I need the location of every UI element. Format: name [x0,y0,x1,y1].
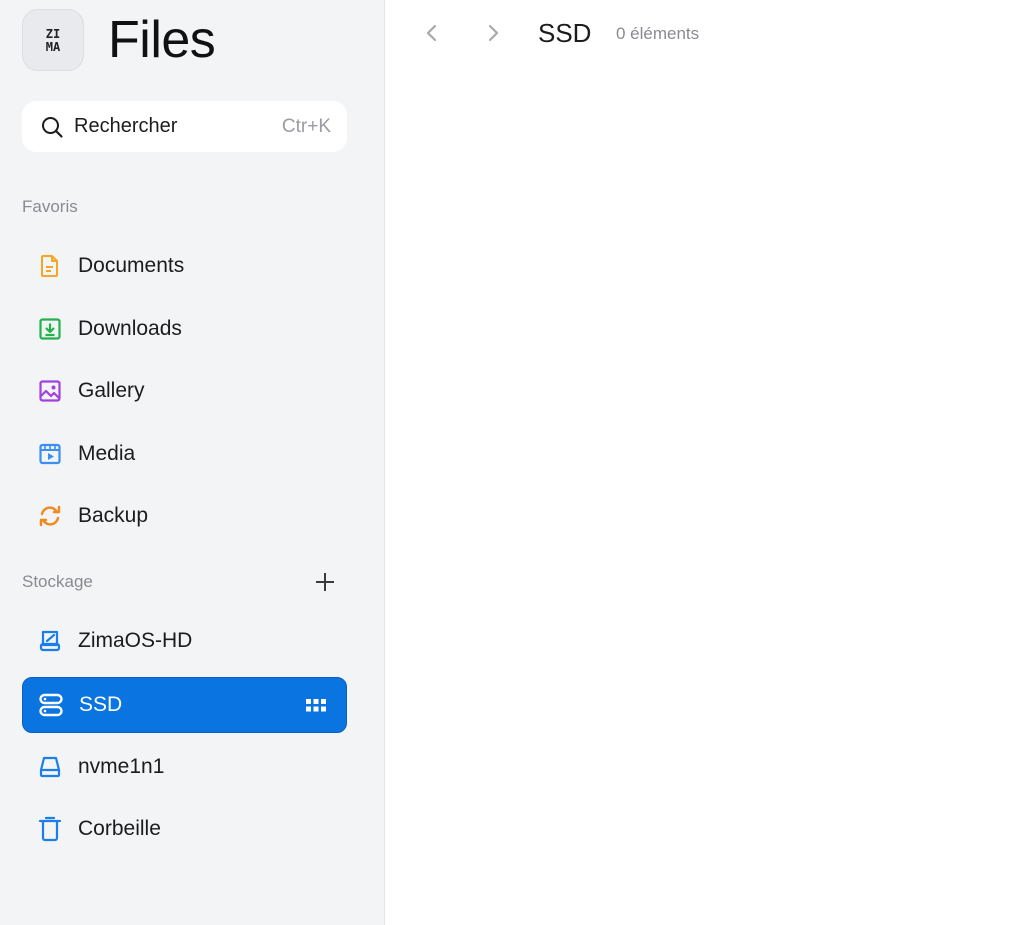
search-icon [42,116,63,138]
current-folder-title: SSD [538,18,592,48]
search-shortcut: Ctr+K [281,115,331,137]
back-button[interactable] [418,18,446,48]
hard-drive-icon [36,627,64,655]
sidebar-item-label: Documents [78,254,185,277]
app-title: Files [108,11,216,69]
app-header: ZI MA Files [22,9,216,71]
plus-icon [316,573,334,591]
sidebar-item-nvme1n1[interactable]: nvme1n1 [22,739,347,795]
sidebar-item-gallery[interactable]: Gallery [22,363,347,419]
svg-text:MA: MA [46,40,61,53]
search-box[interactable]: Rechercher Ctr+K [22,101,347,152]
document-icon [36,252,64,280]
sidebar-item-zimaos-hd[interactable]: ZimaOS-HD [22,613,347,669]
trash-icon [36,815,64,843]
sidebar-item-media[interactable]: Media [22,426,347,482]
add-storage-button[interactable] [312,569,338,595]
chevron-right-icon [488,24,499,42]
backup-icon [36,502,64,530]
sidebar: ZI MA Files Rechercher Ctr+K Favoris Doc… [0,0,385,925]
grid-menu-icon[interactable] [306,696,326,716]
zima-logo-icon: ZI MA [46,27,61,53]
sidebar-item-label: Corbeille [78,817,161,840]
zima-logo: ZI MA [22,9,84,71]
search-label: Rechercher [74,115,178,137]
disk-icon [36,753,64,781]
sidebar-item-downloads[interactable]: Downloads [22,301,347,357]
svg-text:ZI: ZI [46,27,60,41]
sidebar-item-ssd[interactable]: SSD [22,677,347,733]
download-icon [36,315,64,343]
media-icon [36,440,64,468]
sidebar-item-label: Downloads [78,317,182,340]
sidebar-item-label: nvme1n1 [78,755,165,778]
item-count: 0 éléments [616,24,700,43]
storage-section-title: Stockage [22,572,93,591]
forward-button[interactable] [479,18,507,48]
sidebar-item-label: Gallery [78,379,145,402]
sidebar-item-label: Backup [78,504,149,527]
gallery-icon [36,377,64,405]
favorites-section-title: Favoris [22,197,78,216]
sidebar-item-label: Media [78,442,136,465]
sidebar-item-label: ZimaOS-HD [78,629,193,652]
storage-icon [37,691,65,719]
sidebar-item-backup[interactable]: Backup [22,488,347,544]
sidebar-item-corbeille[interactable]: Corbeille [22,801,347,857]
sidebar-item-documents[interactable]: Documents [22,238,347,294]
sidebar-item-label: SSD [79,693,123,716]
chevron-left-icon [426,24,437,42]
